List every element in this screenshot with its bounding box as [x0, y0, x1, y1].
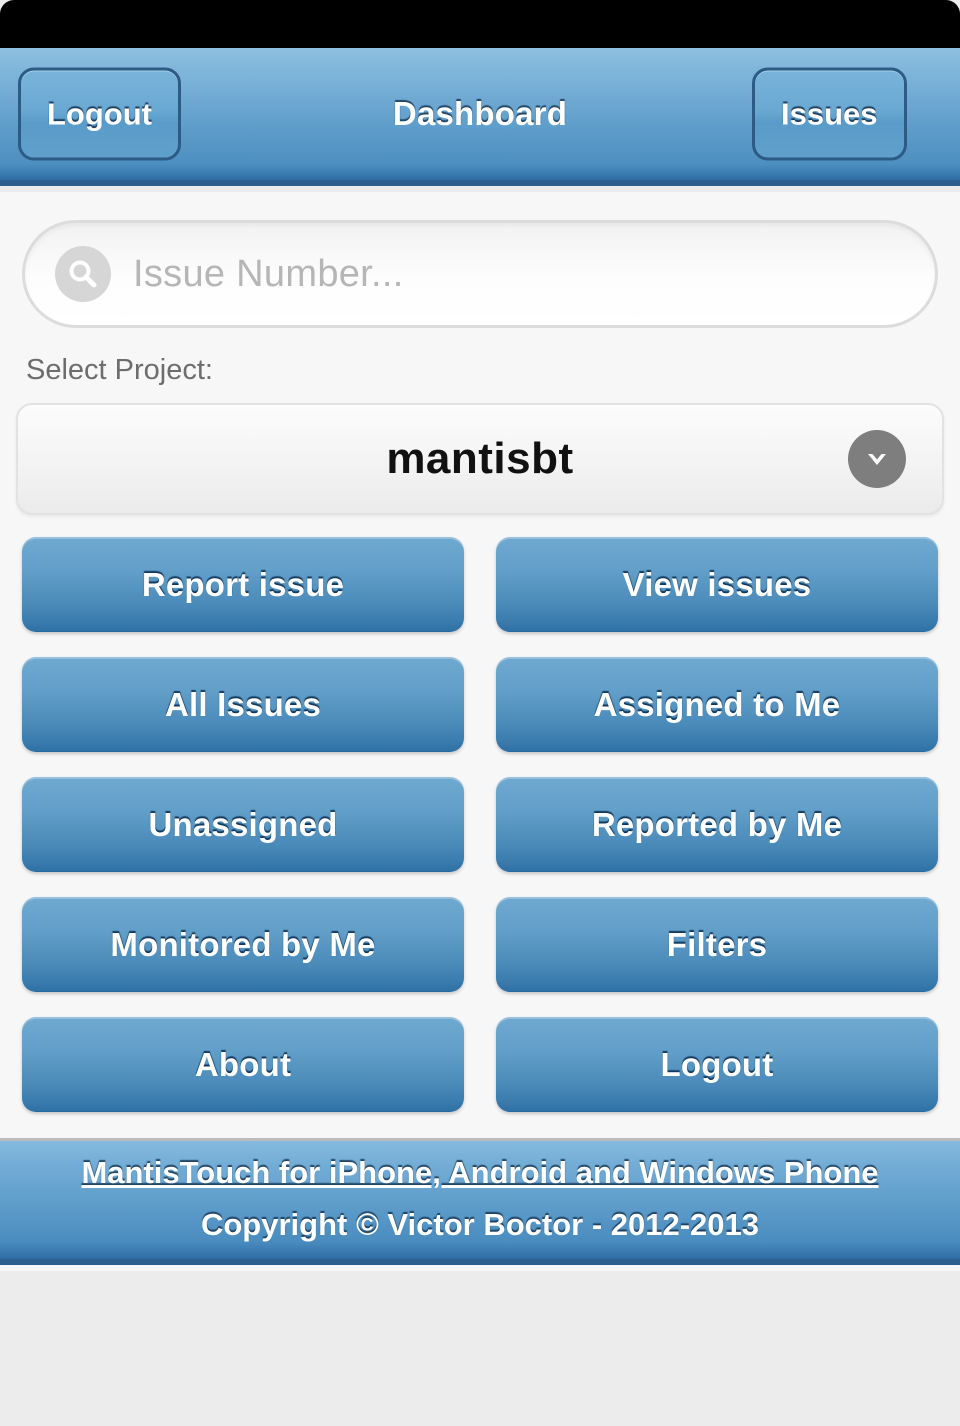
device-status-bar — [0, 0, 960, 48]
project-select[interactable]: mantisbt — [16, 403, 944, 515]
search-icon — [55, 246, 111, 302]
monitored-by-me-button[interactable]: Monitored by Me — [22, 897, 464, 992]
footer-bar: MantisTouch for iPhone, Android and Wind… — [0, 1138, 960, 1265]
chevron-down-icon[interactable] — [848, 430, 906, 488]
nav-issues-button[interactable]: Issues — [752, 67, 907, 161]
top-navigation-bar: Logout Dashboard Issues — [0, 48, 960, 186]
view-issues-button[interactable]: View issues — [496, 537, 938, 632]
select-project-label: Select Project: — [26, 354, 213, 386]
about-button[interactable]: About — [22, 1017, 464, 1112]
report-issue-button[interactable]: Report issue — [22, 537, 464, 632]
filters-button[interactable]: Filters — [496, 897, 938, 992]
reported-by-me-button[interactable]: Reported by Me — [496, 777, 938, 872]
project-select-value: mantisbt — [386, 434, 574, 483]
action-button-grid: Report issue View issues All Issues Assi… — [22, 537, 938, 1112]
all-issues-button[interactable]: All Issues — [22, 657, 464, 752]
issue-search-field[interactable]: Issue Number... — [22, 220, 938, 328]
logout-button[interactable]: Logout — [496, 1017, 938, 1112]
copyright-text: Copyright © Victor Boctor - 2012-2013 — [200, 1207, 760, 1242]
search-input[interactable]: Issue Number... — [133, 253, 404, 296]
main-content: Issue Number... Select Project: mantisbt… — [0, 192, 960, 1271]
mantistouch-link[interactable]: MantisTouch for iPhone, Android and Wind… — [0, 1155, 960, 1191]
unassigned-button[interactable]: Unassigned — [22, 777, 464, 872]
assigned-to-me-button[interactable]: Assigned to Me — [496, 657, 938, 752]
